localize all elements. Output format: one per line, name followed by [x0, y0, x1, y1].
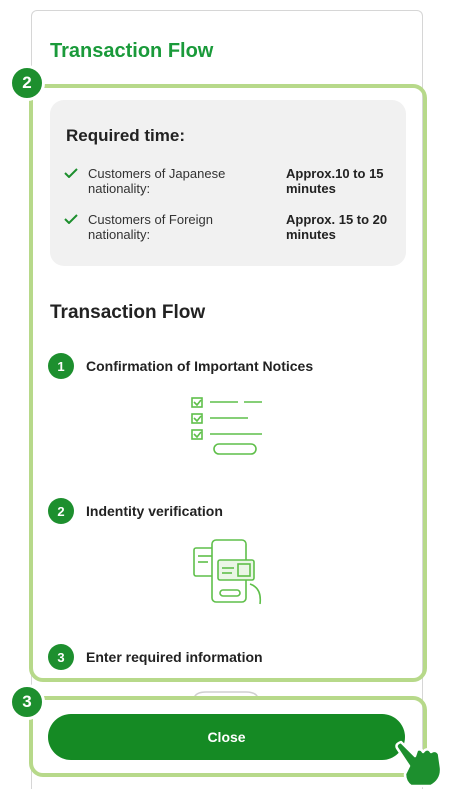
time-row-label: Customers of Foreign nationality: [88, 212, 213, 242]
time-row-value: Approx. 15 to 20 minutes [286, 212, 388, 242]
time-row-label: Customers of Japanese nationality: [88, 166, 226, 196]
step-label-1: Confirmation of Important Notices [86, 358, 314, 374]
step-number-3: 3 [48, 644, 74, 670]
callout-badge-main: 2 [9, 65, 45, 101]
page-title: Transaction Flow [50, 40, 214, 62]
pointing-hand-icon [395, 740, 443, 788]
step-number-2: 2 [48, 498, 74, 524]
step-label-3: Enter required information [86, 649, 263, 665]
step-label-2: Indentity verification [86, 503, 223, 519]
form-icon [193, 691, 259, 699]
check-icon [64, 214, 78, 224]
required-time-card: Required time: Customers of Japanese nat… [50, 100, 406, 266]
checklist-icon [191, 397, 262, 455]
id-card-phone-icon [193, 539, 262, 605]
step-number-1: 1 [48, 353, 74, 379]
flow-heading: Transaction Flow [50, 302, 206, 323]
time-row-value: Approx.10 to 15 minutes [286, 166, 384, 196]
close-button[interactable]: Close [48, 714, 405, 760]
callout-badge-close: 3 [9, 684, 45, 720]
check-icon [64, 168, 78, 178]
required-time-title: Required time: [66, 126, 186, 145]
